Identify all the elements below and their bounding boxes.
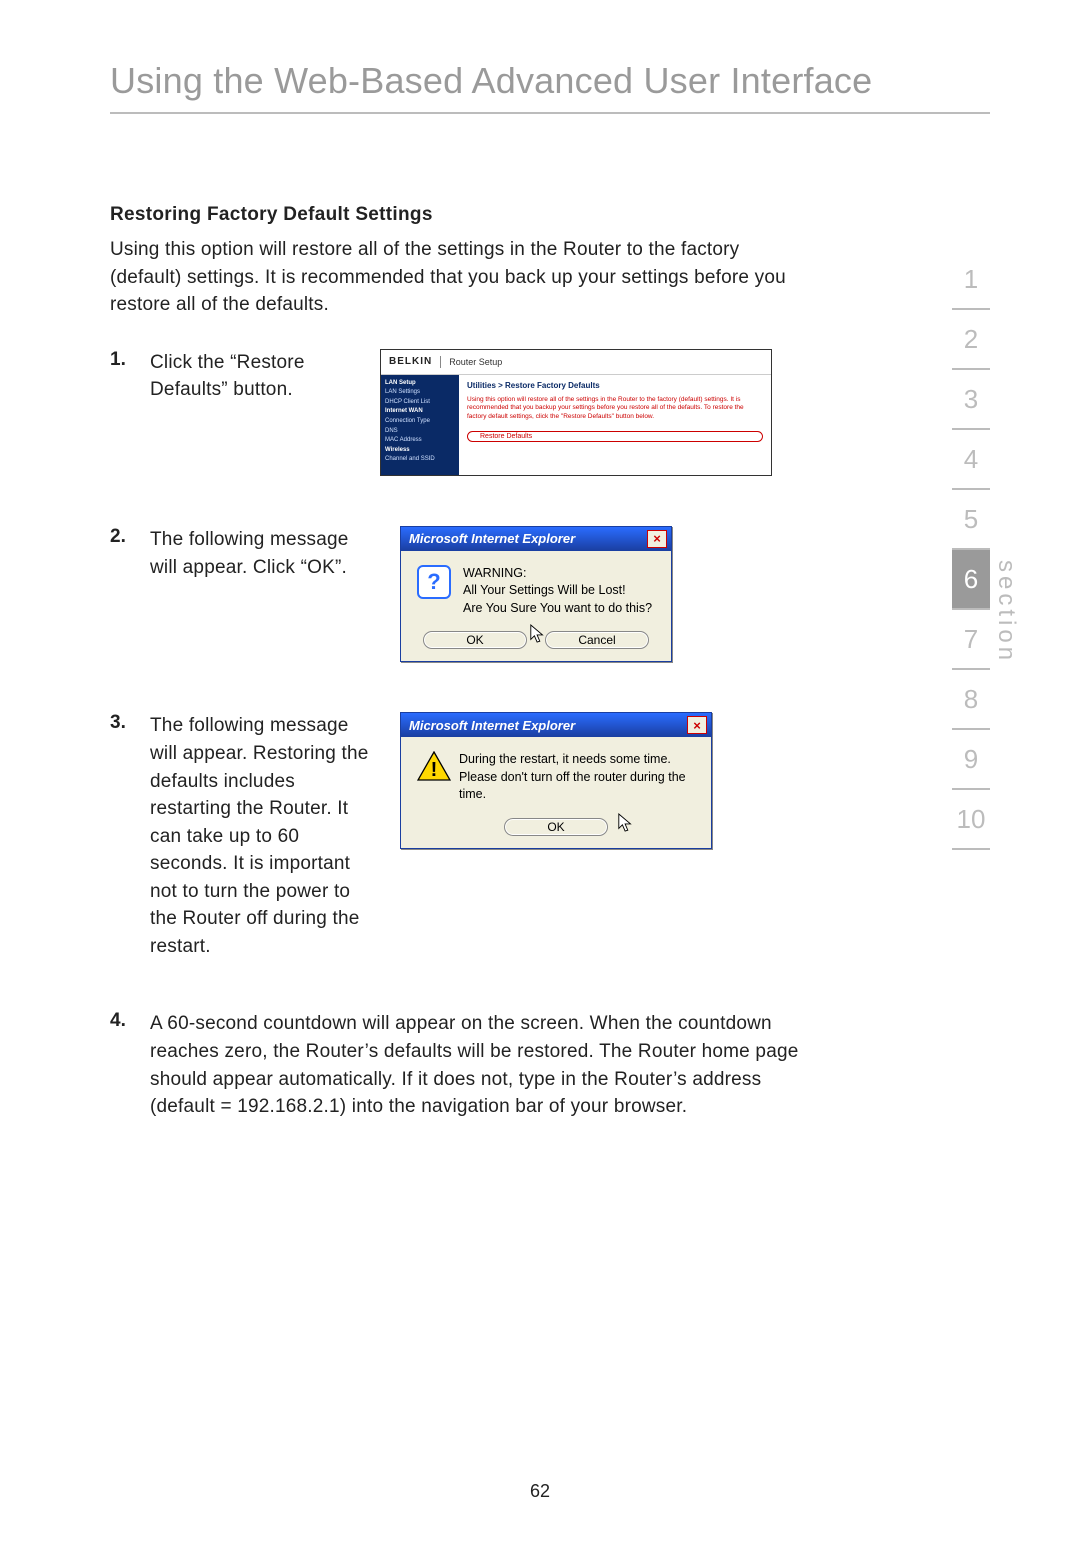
close-icon[interactable]: × (647, 530, 667, 548)
tab-10[interactable]: 10 (952, 790, 990, 850)
step-text: The following message will appear. Resto… (150, 712, 380, 960)
brand-logo: BELKIN (389, 356, 432, 367)
ok-button[interactable]: OK (504, 818, 608, 836)
tab-2[interactable]: 2 (952, 310, 990, 370)
question-icon: ? (417, 565, 451, 599)
breadcrumb: Utilities > Restore Factory Defaults (467, 381, 763, 390)
tab-7[interactable]: 7 (952, 610, 990, 670)
step-number: 3. (110, 712, 150, 734)
step-text: Click the “Restore Defaults” button. (150, 349, 360, 404)
step-number: 2. (110, 526, 150, 548)
tab-3[interactable]: 3 (952, 370, 990, 430)
restore-defaults-button[interactable]: Restore Defaults (467, 431, 763, 442)
tab-1[interactable]: 1 (952, 250, 990, 310)
subheading: Restoring Factory Default Settings (110, 204, 990, 226)
page: Using the Web-Based Advanced User Interf… (0, 0, 1080, 1542)
dialog-message: During the restart, it needs some time. … (459, 751, 695, 804)
tab-6[interactable]: 6 (952, 550, 990, 610)
restart-dialog: Microsoft Internet Explorer × ! During t… (400, 712, 712, 849)
ok-button[interactable]: OK (423, 631, 527, 649)
step-number: 4. (110, 1010, 150, 1032)
step-1: 1. Click the “Restore Defaults” button. … (110, 349, 810, 476)
tab-4[interactable]: 4 (952, 430, 990, 490)
step-text: The following message will appear. Click… (150, 526, 380, 581)
warning-dialog: Microsoft Internet Explorer × ? WARNING:… (400, 526, 672, 663)
svg-text:!: ! (431, 759, 438, 781)
page-title: Using the Web-Based Advanced User Interf… (110, 60, 990, 114)
section-tabs: 1 2 3 4 5 6 7 8 9 10 section (952, 250, 990, 850)
restore-description: Using this option will restore all of th… (467, 396, 763, 421)
dialog-title: Microsoft Internet Explorer (409, 531, 575, 546)
tab-8[interactable]: 8 (952, 670, 990, 730)
close-icon[interactable]: × (687, 716, 707, 734)
warning-icon: ! (417, 751, 447, 781)
step-3: 3. The following message will appear. Re… (110, 712, 810, 960)
router-nav: LAN Setup LAN Settings DHCP Client List … (381, 375, 459, 475)
step-4: 4. A 60-second countdown will appear on … (110, 1010, 810, 1120)
step-text: A 60-second countdown will appear on the… (150, 1010, 800, 1120)
cancel-button[interactable]: Cancel (545, 631, 649, 649)
section-label: section (992, 560, 1020, 664)
dialog-title: Microsoft Internet Explorer (409, 718, 575, 733)
cursor-icon (617, 812, 635, 834)
cursor-icon (529, 623, 547, 645)
tab-5[interactable]: 5 (952, 490, 990, 550)
step-number: 1. (110, 349, 150, 371)
tab-9[interactable]: 9 (952, 730, 990, 790)
step-2: 2. The following message will appear. Cl… (110, 526, 810, 663)
page-number: 62 (530, 1481, 550, 1502)
intro-text: Using this option will restore all of th… (110, 236, 810, 319)
dialog-message: WARNING: All Your Settings Will be Lost!… (463, 565, 652, 618)
router-setup-label: Router Setup (449, 357, 502, 367)
router-setup-screenshot: BELKIN Router Setup LAN Setup LAN Settin… (380, 349, 772, 476)
